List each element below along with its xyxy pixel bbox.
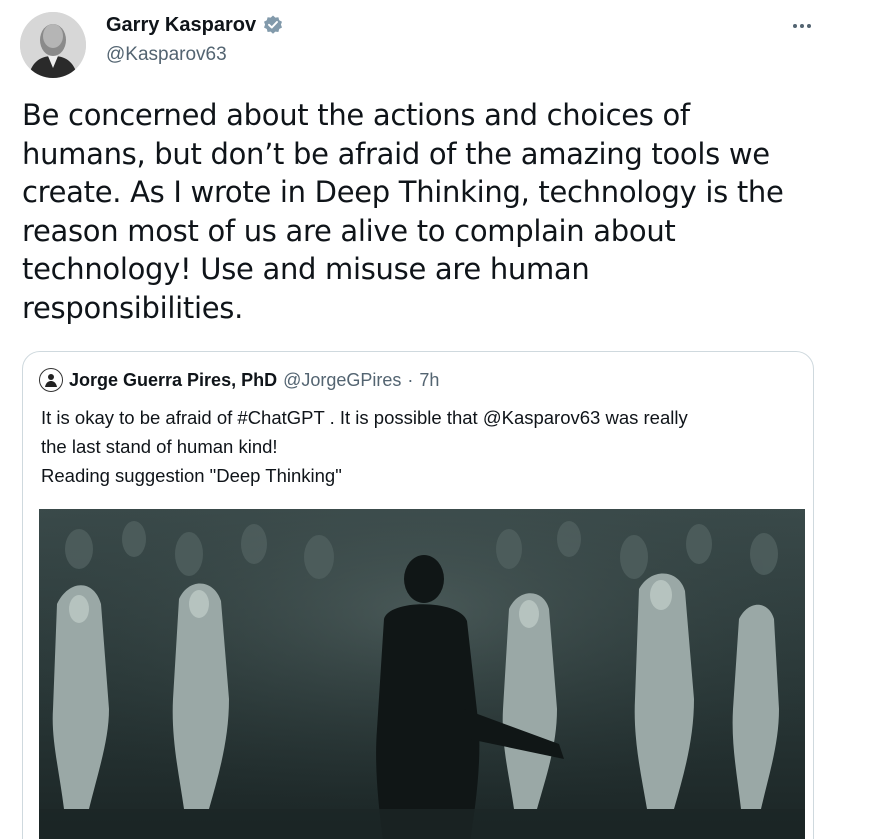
quoted-media-image[interactable]: [39, 509, 805, 839]
quoted-text-line: the last stand of human kind!: [41, 436, 278, 457]
more-options-button[interactable]: [785, 14, 819, 38]
tweet-text-line: Be concerned about the actions and choic…: [22, 98, 690, 132]
quoted-text-line: It is okay to be afraid of #ChatGPT . It…: [41, 407, 688, 428]
tweet-text-line: technology! Use and misuse are human: [22, 252, 590, 286]
author-info: Garry Kasparov @Kasparov63: [106, 12, 284, 66]
quoted-author-avatar[interactable]: [39, 368, 63, 392]
tweet: Garry Kasparov @Kasparov63 Be concerned …: [0, 0, 875, 839]
author-handle[interactable]: @Kasparov63: [106, 44, 284, 66]
quoted-timestamp[interactable]: 7h: [419, 370, 439, 391]
author-avatar[interactable]: [20, 12, 86, 78]
more-options-icon: [793, 24, 797, 28]
quoted-tweet-header: Jorge Guerra Pires, PhD @JorgeGPires · 7…: [39, 368, 439, 392]
video-still-image-icon: [39, 509, 805, 839]
avatar-photo-icon: [20, 12, 86, 78]
quoted-avatar-icon: [42, 371, 60, 389]
verified-badge-icon: [262, 14, 284, 36]
tweet-text-line: responsibilities.: [22, 290, 244, 325]
quoted-tweet[interactable]: Jorge Guerra Pires, PhD @JorgeGPires · 7…: [22, 351, 814, 839]
tweet-text-line: humans, but don’t be afraid of the amazi…: [22, 136, 770, 171]
tweet-text-line: create. As I wrote in Deep Thinking, tec…: [22, 175, 784, 209]
more-options-dot: [800, 24, 804, 28]
quoted-author-handle[interactable]: @JorgeGPires: [283, 370, 401, 391]
quoted-tweet-text: It is okay to be afraid of #ChatGPT . It…: [41, 403, 801, 490]
quoted-separator: ·: [407, 369, 414, 390]
quoted-author-name[interactable]: Jorge Guerra Pires, PhD: [69, 370, 277, 391]
tweet-text: Be concerned about the actions and choic…: [22, 96, 822, 327]
tweet-text-line: reason most of us are alive to complain …: [22, 213, 676, 248]
more-options-dot: [807, 24, 811, 28]
quoted-text-line: Reading suggestion "Deep Thinking": [41, 465, 342, 486]
author-name[interactable]: Garry Kasparov: [106, 14, 256, 37]
